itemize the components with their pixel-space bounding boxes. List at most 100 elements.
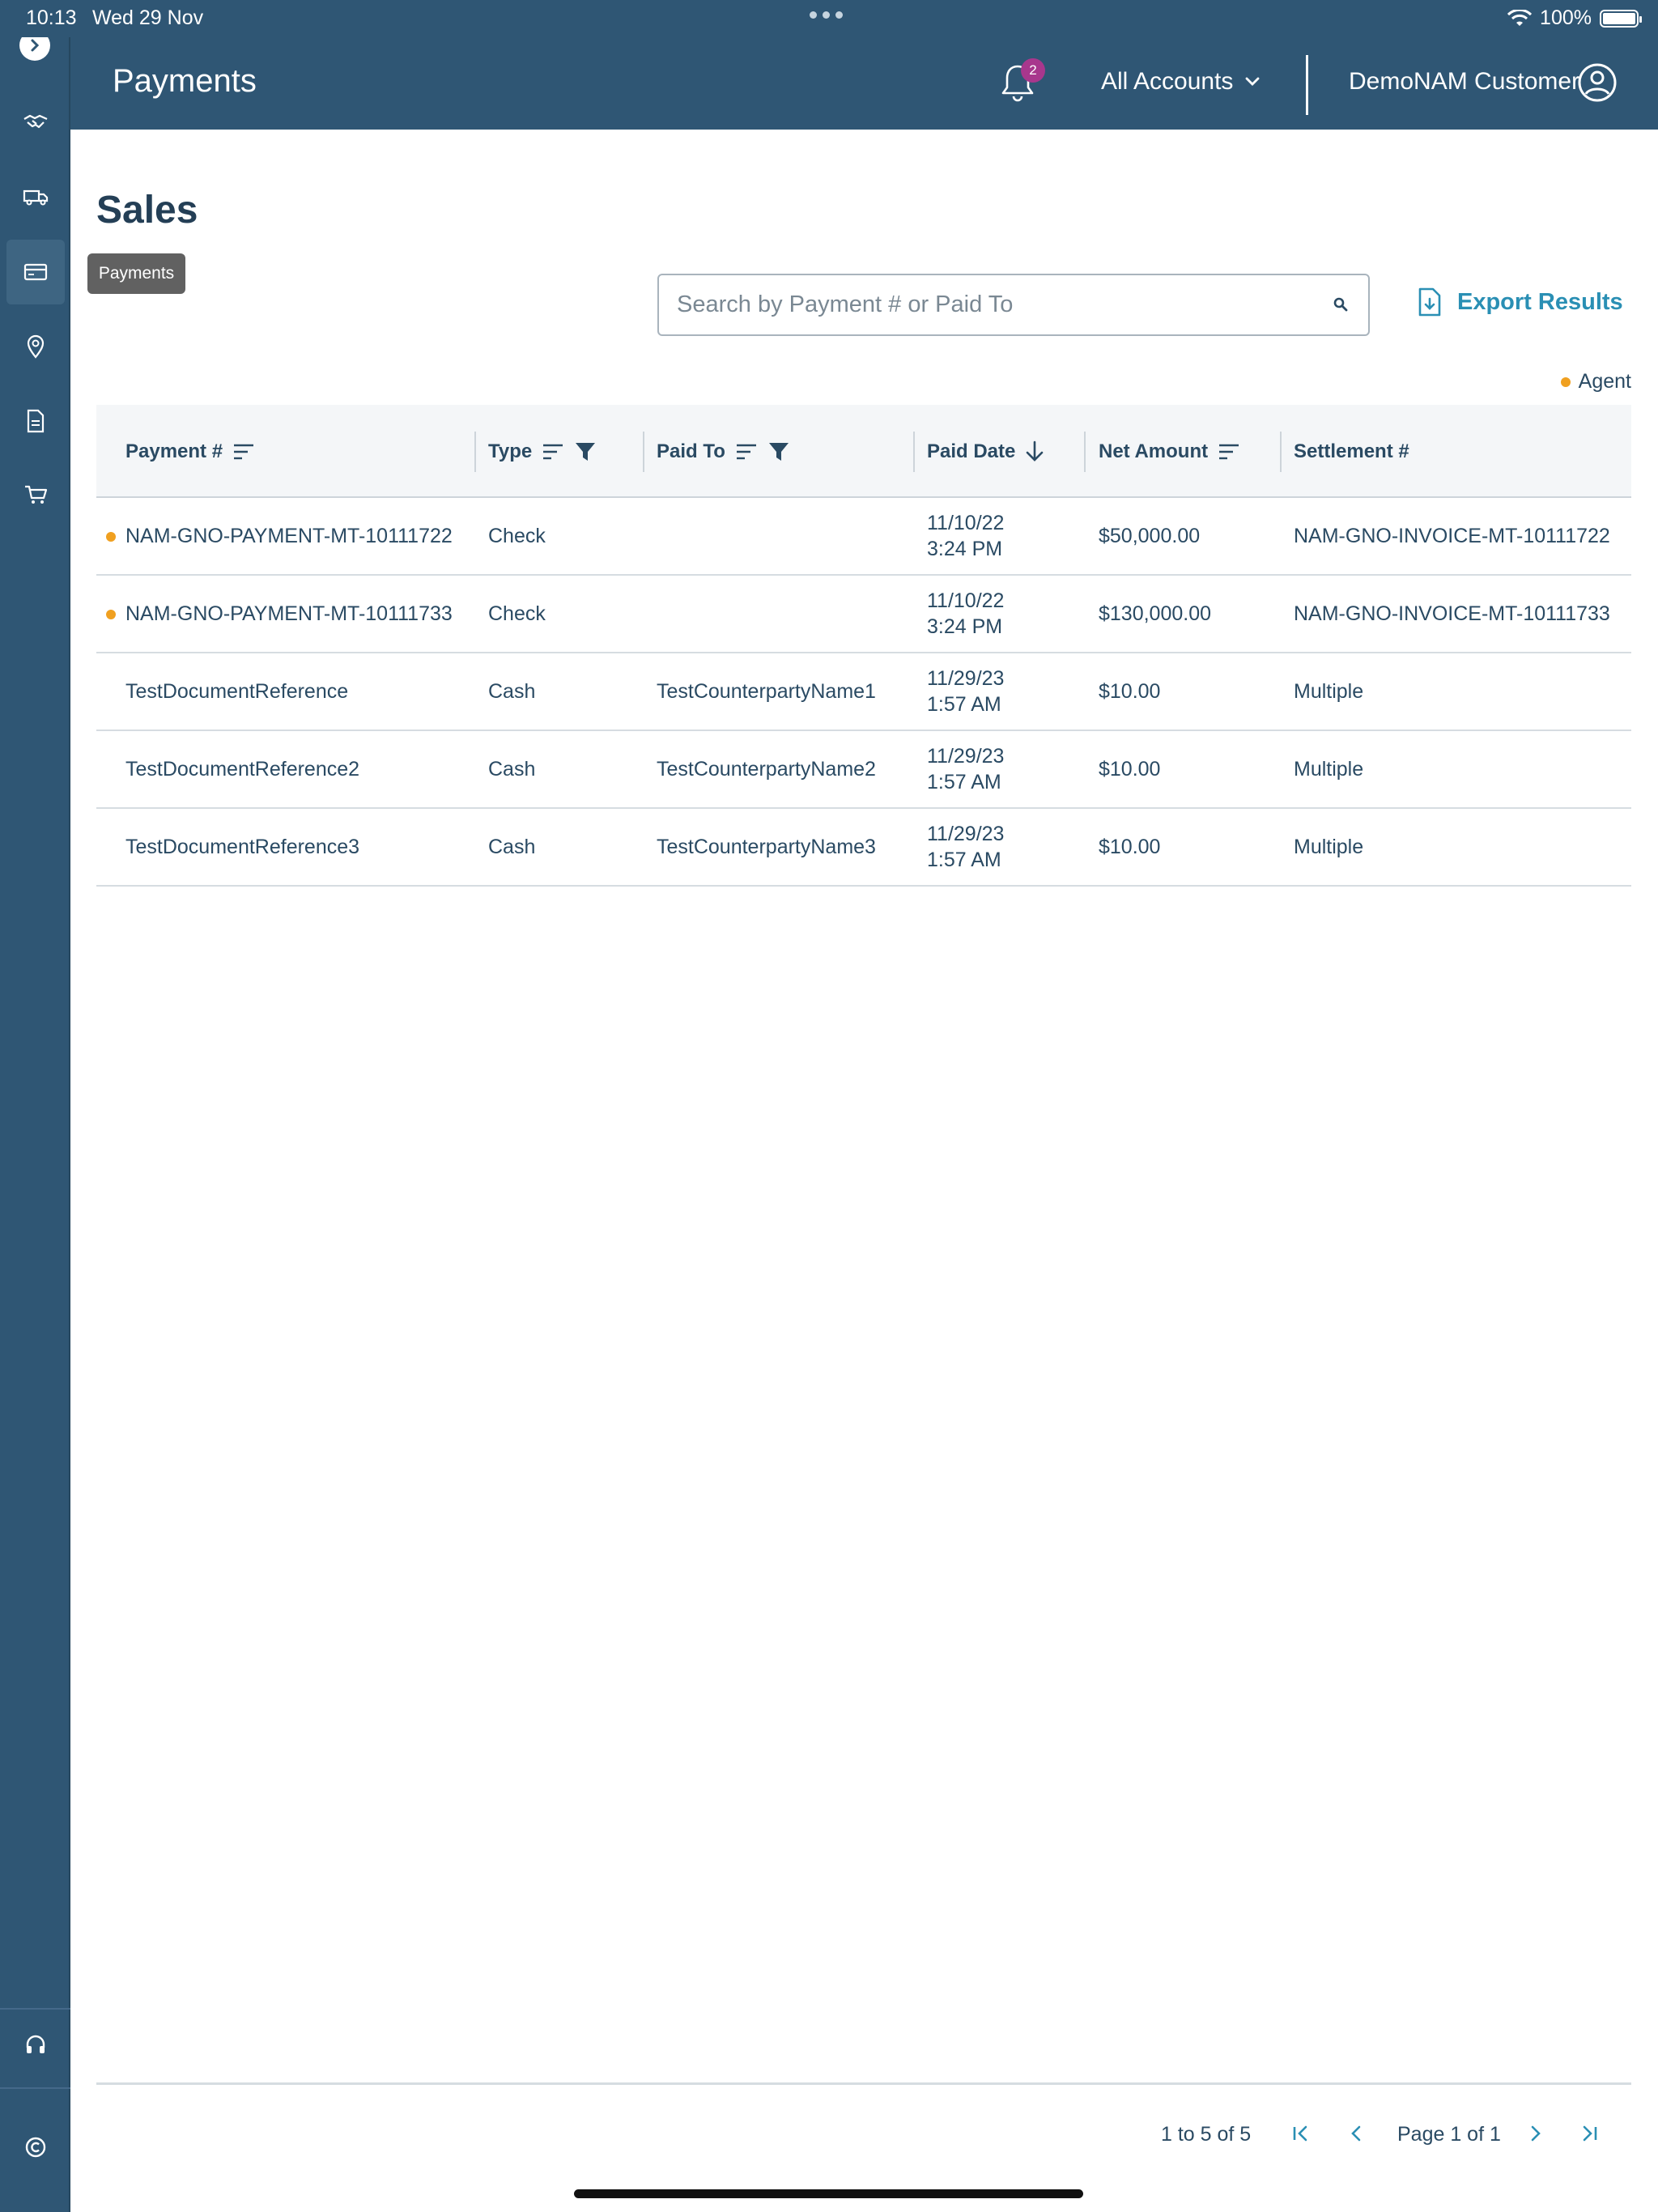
net-amount: $10.00 <box>1099 835 1161 858</box>
export-results-button[interactable]: Export Results <box>1417 287 1623 317</box>
sort-icon[interactable] <box>735 443 758 461</box>
column-net-amount[interactable]: Net Amount <box>1099 405 1240 498</box>
sidebar-item-documents[interactable] <box>6 389 65 453</box>
table-row[interactable]: TestDocumentReference3 Cash TestCounterp… <box>96 809 1631 887</box>
next-page-button[interactable] <box>1522 2120 1550 2147</box>
sidebar-item-locations[interactable] <box>6 314 65 379</box>
page-title: Payments <box>113 63 257 99</box>
payment-number[interactable]: TestDocumentReference2 <box>125 731 359 807</box>
export-file-icon <box>1418 287 1441 317</box>
settlement-number: Multiple <box>1294 835 1364 858</box>
payment-number[interactable]: TestDocumentReference3 <box>125 809 359 885</box>
column-payment[interactable]: Payment # <box>125 405 255 498</box>
paid-date-time: 1:57 AM <box>927 693 1001 716</box>
column-separator <box>1280 432 1282 472</box>
user-avatar-icon[interactable] <box>1576 62 1618 104</box>
export-label: Export Results <box>1457 288 1623 315</box>
header-divider <box>1306 55 1308 115</box>
paid-date-day: 11/10/22 <box>927 511 1005 534</box>
payment-type: Check <box>488 602 546 625</box>
column-separator <box>643 432 644 472</box>
multitasking-dots-icon[interactable] <box>810 11 843 19</box>
page-indicator: Page 1 of 1 <box>1397 2123 1501 2146</box>
agent-indicator <box>106 532 116 542</box>
payment-type: Cash <box>488 679 536 703</box>
agent-legend: Agent <box>1560 370 1631 393</box>
user-name[interactable]: DemoNAM Customer <box>1349 68 1579 96</box>
footer-divider <box>96 2082 1631 2085</box>
settlement-number: Multiple <box>1294 757 1364 781</box>
status-date: Wed 29 Nov <box>92 6 204 29</box>
settlement-number: NAM-GNO-INVOICE-MT-10111722 <box>1294 524 1610 547</box>
column-type[interactable]: Type <box>488 405 597 498</box>
battery-icon <box>1600 9 1642 28</box>
first-page-button[interactable] <box>1287 2120 1315 2147</box>
sort-icon[interactable] <box>542 443 564 461</box>
last-page-button[interactable] <box>1575 2120 1603 2147</box>
section-title: Sales <box>96 189 198 232</box>
status-bar: 10:13 Wed 29 Nov 100% <box>0 0 1658 37</box>
table-row[interactable]: TestDocumentReference2 Cash TestCounterp… <box>96 731 1631 809</box>
legend-label: Agent <box>1578 370 1631 393</box>
paid-date: 11/29/23 1:57 AM <box>927 731 1004 807</box>
settlement-number: NAM-GNO-INVOICE-MT-10111733 <box>1294 602 1610 625</box>
payment-type: Cash <box>488 835 536 858</box>
sidebar-item-orders[interactable] <box>6 462 65 527</box>
column-paid-to[interactable]: Paid To <box>657 405 790 498</box>
column-separator <box>474 432 476 472</box>
status-time: 10:13 <box>26 6 77 29</box>
sidebar-divider <box>0 2008 70 2010</box>
paid-date: 11/10/22 3:24 PM <box>927 576 1004 652</box>
sidebar-item-deals[interactable] <box>6 90 65 155</box>
column-label: Paid Date <box>927 440 1016 462</box>
accounts-dropdown[interactable]: All Accounts <box>1101 68 1261 96</box>
credit-card-icon <box>23 263 48 281</box>
chevron-right-icon <box>1531 2125 1541 2142</box>
wifi-icon <box>1507 9 1533 26</box>
handshake-icon <box>23 114 48 129</box>
arrow-down-icon[interactable] <box>1025 440 1044 463</box>
previous-page-button[interactable] <box>1342 2120 1370 2147</box>
home-indicator[interactable] <box>574 2189 1083 2198</box>
sort-icon[interactable] <box>1218 443 1240 461</box>
cart-icon <box>25 485 48 504</box>
payment-number[interactable]: NAM-GNO-PAYMENT-MT-10111722 <box>125 498 453 574</box>
net-amount: $10.00 <box>1099 757 1161 781</box>
paid-date: 11/10/22 3:24 PM <box>927 498 1004 574</box>
settlement-number: Multiple <box>1294 679 1364 703</box>
status-indicators: 100% <box>1507 6 1642 30</box>
sidebar-item-support[interactable] <box>6 2013 65 2078</box>
net-amount: $50,000.00 <box>1099 524 1201 547</box>
filter-icon[interactable] <box>574 441 597 462</box>
notification-badge: 2 <box>1021 58 1045 83</box>
paid-date-time: 1:57 AM <box>927 771 1001 793</box>
filter-icon[interactable] <box>767 441 790 462</box>
table-row[interactable]: NAM-GNO-PAYMENT-MT-10111722 Check 11/10/… <box>96 498 1631 576</box>
net-amount: $130,000.00 <box>1099 602 1212 625</box>
chevron-right-icon <box>31 39 40 52</box>
sidebar-item-shipments[interactable] <box>6 164 65 229</box>
sidebar-item-payments[interactable] <box>6 240 65 304</box>
sort-icon[interactable] <box>232 443 255 461</box>
agent-dot <box>1560 376 1571 387</box>
column-label: Payment # <box>125 440 223 462</box>
headset-icon <box>26 2035 45 2053</box>
payment-type: Cash <box>488 757 536 781</box>
chevron-left-icon <box>1351 2125 1361 2142</box>
sidebar-item-copyright[interactable] <box>6 2115 65 2180</box>
search-input[interactable] <box>677 275 1308 334</box>
paid-date-day: 11/10/22 <box>927 589 1005 612</box>
document-icon <box>27 409 45 433</box>
first-page-icon <box>1293 2125 1307 2142</box>
paid-date-time: 3:24 PM <box>927 615 1003 638</box>
payment-number[interactable]: TestDocumentReference <box>125 653 348 730</box>
column-paid-date[interactable]: Paid Date <box>927 405 1044 498</box>
table-row[interactable]: NAM-GNO-PAYMENT-MT-10111733 Check 11/10/… <box>96 576 1631 653</box>
paid-date-time: 1:57 AM <box>927 849 1001 871</box>
chevron-down-icon <box>1246 77 1260 86</box>
search-icon[interactable] <box>1331 295 1350 314</box>
table-row[interactable]: TestDocumentReference Cash TestCounterpa… <box>96 653 1631 731</box>
column-label: Type <box>488 440 533 462</box>
payment-number[interactable]: NAM-GNO-PAYMENT-MT-10111733 <box>125 576 453 652</box>
column-separator <box>1084 432 1086 472</box>
